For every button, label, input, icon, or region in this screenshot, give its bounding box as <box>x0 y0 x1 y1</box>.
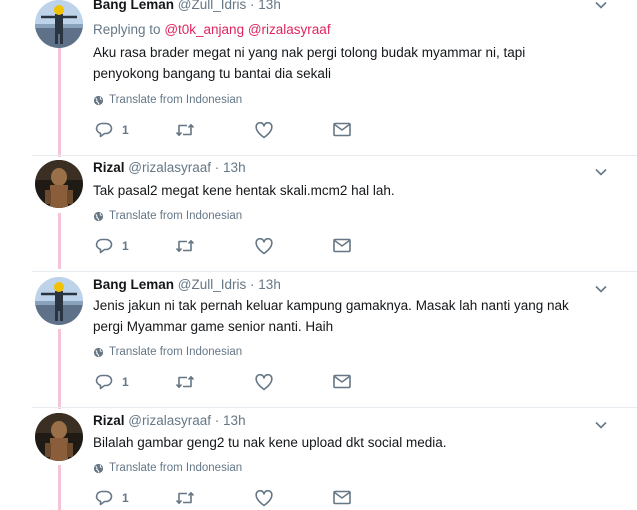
avatar[interactable] <box>35 0 83 48</box>
tweet-header: Rizal @rizalasyraaf · 13h <box>93 160 246 175</box>
separator: · <box>214 160 220 175</box>
reply-button[interactable]: 1 <box>95 490 129 506</box>
retweet-button[interactable] <box>175 374 195 390</box>
author-handle[interactable]: @rizalasyraaf <box>128 160 211 175</box>
retweet-icon <box>175 240 195 252</box>
envelope-icon <box>333 122 351 137</box>
translate-label[interactable]: Translate from Indonesian <box>109 346 242 358</box>
retweet-button[interactable] <box>175 490 195 506</box>
translate-link[interactable]: Translate from Indonesian <box>93 346 242 358</box>
reply-count: 1 <box>122 491 129 505</box>
envelope-icon <box>333 374 351 389</box>
retweet-icon <box>175 124 195 136</box>
avatar[interactable] <box>35 277 83 325</box>
tweet-header: Bang Leman @Zull_Idris · 13h <box>93 277 281 292</box>
author-name[interactable]: Bang Leman <box>93 277 174 292</box>
tweet-header: Rizal @rizalasyraaf · 13h <box>93 413 246 428</box>
tweet-actions: 1 <box>93 238 363 258</box>
tweet-text-line: Aku rasa brader megat ni yang nak pergi … <box>93 45 526 60</box>
author-handle[interactable]: @Zull_Idris <box>178 0 246 12</box>
like-button[interactable] <box>255 238 273 255</box>
tweet-text-line: Jenis jakun ni tak pernah keluar kampung… <box>93 298 569 313</box>
reply-icon <box>95 490 113 506</box>
envelope-icon <box>333 238 351 253</box>
globe-icon <box>93 95 104 105</box>
reply-icon <box>95 238 113 254</box>
tweet-text: Tak pasal2 megat kene hentak skali.mcm2 … <box>93 180 613 201</box>
message-button[interactable] <box>333 122 351 137</box>
chevron-down-icon[interactable] <box>595 418 607 430</box>
replying-to-label: Replying to <box>93 22 161 37</box>
retweet-icon <box>175 376 195 388</box>
tweet-text-line: pergi Myammar game senior nanti. Haih <box>93 319 334 334</box>
tweet[interactable]: Rizal @rizalasyraaf · 13h Bilalah gambar… <box>0 408 637 510</box>
tweet-actions: 1 <box>93 374 363 394</box>
heart-icon <box>255 122 273 139</box>
translate-label[interactable]: Translate from Indonesian <box>109 462 242 474</box>
translate-link[interactable]: Translate from Indonesian <box>93 462 242 474</box>
tweet[interactable]: Bang Leman @Zull_Idris · 13h Replying to… <box>0 0 637 155</box>
reply-button[interactable]: 1 <box>95 122 129 138</box>
separator: · <box>250 277 255 292</box>
avatar[interactable] <box>35 160 83 208</box>
author-handle[interactable]: @rizalasyraaf <box>128 413 211 428</box>
timestamp[interactable]: 13h <box>223 413 246 428</box>
tweet[interactable]: Rizal @rizalasyraaf · 13h Tak pasal2 meg… <box>0 156 637 270</box>
chevron-down-icon[interactable] <box>595 165 607 177</box>
author-name[interactable]: Rizal <box>93 160 125 175</box>
like-button[interactable] <box>255 374 273 391</box>
author-handle[interactable]: @Zull_Idris <box>178 277 246 292</box>
translate-link[interactable]: Translate from Indonesian <box>93 210 242 222</box>
tweet[interactable]: Bang Leman @Zull_Idris · 13h Jenis jakun… <box>0 272 637 406</box>
replying-to: Replying to @t0k_anjang @rizalasyraaf <box>93 22 331 37</box>
retweet-icon <box>175 492 195 504</box>
envelope-icon <box>333 490 351 505</box>
chevron-down-icon[interactable] <box>595 0 607 10</box>
reply-button[interactable]: 1 <box>95 238 129 254</box>
replying-handle[interactable]: @rizalasyraaf <box>248 22 331 37</box>
timestamp[interactable]: 13h <box>223 160 246 175</box>
tweet-header: Bang Leman @Zull_Idris · 13h <box>93 0 281 12</box>
timestamp[interactable]: 13h <box>258 0 281 12</box>
heart-icon <box>255 238 273 255</box>
like-button[interactable] <box>255 490 273 507</box>
globe-icon <box>93 463 104 473</box>
retweet-button[interactable] <box>175 238 195 254</box>
author-name[interactable]: Rizal <box>93 413 125 428</box>
heart-icon <box>255 490 273 507</box>
globe-icon <box>93 347 104 357</box>
author-name[interactable]: Bang Leman <box>93 0 174 12</box>
tweet-text-line: penyokong bangang tu bantai dia sekali <box>93 66 331 81</box>
tweet-text-line: Tak pasal2 megat kene hentak skali.mcm2 … <box>93 183 395 198</box>
tweet-actions: 1 <box>93 490 363 510</box>
timestamp[interactable]: 13h <box>258 277 281 292</box>
replying-handle[interactable]: @t0k_anjang <box>164 22 244 37</box>
translate-link[interactable]: Translate from Indonesian <box>93 94 242 106</box>
chevron-down-icon[interactable] <box>595 282 607 294</box>
reply-count: 1 <box>122 239 129 253</box>
like-button[interactable] <box>255 122 273 139</box>
retweet-button[interactable] <box>175 122 195 138</box>
tweet-text: Aku rasa brader megat ni yang nak pergi … <box>93 42 613 84</box>
avatar[interactable] <box>35 413 83 461</box>
reply-count: 1 <box>122 375 129 389</box>
tweet-text: Bilalah gambar geng2 tu nak kene upload … <box>93 432 613 453</box>
translate-label[interactable]: Translate from Indonesian <box>109 210 242 222</box>
reply-icon <box>95 122 113 138</box>
tweet-text: Jenis jakun ni tak pernah keluar kampung… <box>93 295 613 337</box>
heart-icon <box>255 374 273 391</box>
separator: · <box>250 0 255 12</box>
translate-label[interactable]: Translate from Indonesian <box>109 94 242 106</box>
tweet-text-line: Bilalah gambar geng2 tu nak kene upload … <box>93 435 447 450</box>
globe-icon <box>93 211 104 221</box>
reply-icon <box>95 374 113 390</box>
message-button[interactable] <box>333 374 351 389</box>
message-button[interactable] <box>333 490 351 505</box>
reply-button[interactable]: 1 <box>95 374 129 390</box>
reply-count: 1 <box>122 123 129 137</box>
separator: · <box>214 413 220 428</box>
tweet-actions: 1 <box>93 122 363 142</box>
message-button[interactable] <box>333 238 351 253</box>
